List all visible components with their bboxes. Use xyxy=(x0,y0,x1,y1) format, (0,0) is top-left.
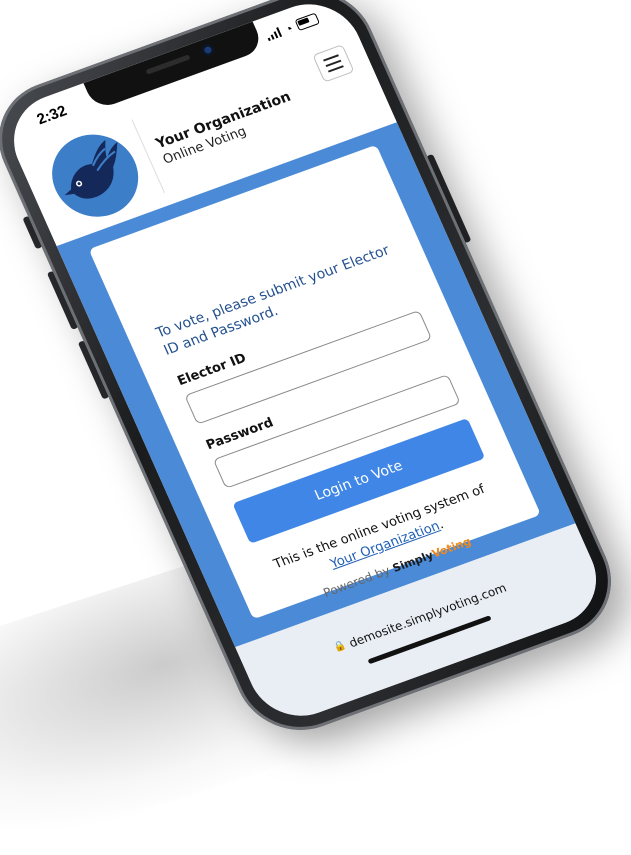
status-icons: ◔ xyxy=(264,12,321,42)
lock-icon: 🔒 xyxy=(331,639,348,655)
wifi-icon: ◔ xyxy=(281,20,296,37)
hamburger-menu-icon[interactable] xyxy=(312,44,355,83)
bird-logo-icon xyxy=(38,122,152,229)
cellular-signal-icon xyxy=(265,27,283,42)
status-time: 2:32 xyxy=(34,101,70,128)
org-block: Your Organization Online Voting xyxy=(153,88,300,167)
speaker-grille xyxy=(145,54,191,75)
battery-icon xyxy=(294,12,321,32)
front-camera xyxy=(200,43,216,57)
bird-logo-graphic xyxy=(64,139,118,199)
